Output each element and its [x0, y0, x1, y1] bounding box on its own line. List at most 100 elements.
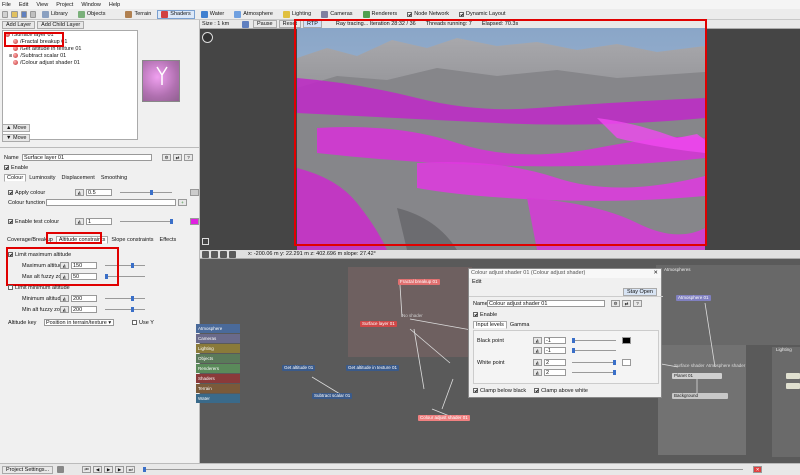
menu-view[interactable]: View	[36, 2, 48, 8]
node-get-altitude[interactable]: Get altitude 01	[282, 365, 316, 371]
add-function-icon[interactable]: +	[178, 199, 187, 206]
menu-edit[interactable]: Edit	[19, 2, 28, 8]
tree-item-colour-adjust[interactable]: /Colour adjust shader 01	[3, 59, 137, 66]
tab-effects[interactable]: Effects	[157, 236, 180, 244]
node-background[interactable]: Background	[672, 393, 728, 399]
name-field[interactable]: Surface layer 01	[22, 154, 152, 161]
menu-project[interactable]: Project	[56, 2, 73, 8]
move-up-button[interactable]: ▲ Move	[2, 124, 30, 132]
clamp-above-checkbox[interactable]	[534, 388, 540, 393]
lighting-node-a[interactable]	[786, 373, 800, 379]
category-shaders[interactable]: Shaders	[196, 374, 240, 383]
min-fuzzy-field[interactable]: 200	[71, 306, 97, 313]
node-fractal-breakup[interactable]: Fractal breakup 01	[398, 279, 440, 285]
gear-icon[interactable]: ⚙	[162, 154, 171, 161]
apply-colour-field[interactable]: 0.5	[86, 189, 112, 196]
shader-link-icon[interactable]: ◭	[533, 359, 542, 366]
apply-colour-slider[interactable]	[120, 190, 172, 195]
compass-icon[interactable]	[202, 32, 213, 43]
menu-file[interactable]: File	[2, 2, 11, 8]
slider-knob[interactable]	[150, 190, 153, 195]
help-icon[interactable]: ?	[633, 300, 642, 307]
test-colour-checkbox[interactable]	[8, 219, 13, 224]
save-icon[interactable]	[20, 10, 27, 18]
new-icon[interactable]	[2, 10, 9, 18]
node-planet[interactable]: Planet 01	[672, 373, 722, 379]
dialog-name-field[interactable]: Colour adjust shader 01	[487, 300, 605, 307]
stay-open-button[interactable]: Stay Open	[623, 288, 657, 296]
test-colour-field[interactable]: 1	[86, 218, 112, 225]
toolbar-cameras[interactable]: Cameras	[317, 10, 356, 19]
test-colour-swatch[interactable]	[190, 218, 199, 225]
min-altitude-slider[interactable]	[105, 296, 145, 301]
node-get-altitude-texture[interactable]: Get altitude in texture 01	[346, 365, 400, 371]
view-icon[interactable]	[242, 20, 249, 28]
category-objects[interactable]: Objects	[196, 354, 240, 363]
slider-knob[interactable]	[170, 219, 173, 224]
clamp-below-checkbox[interactable]	[473, 388, 478, 393]
shader-link-icon[interactable]: ◭	[533, 337, 542, 344]
dialog-edit-menu[interactable]: Edit	[469, 278, 661, 286]
skip-end-icon[interactable]: ⏭	[126, 466, 136, 473]
node-subtract-scalar[interactable]: Subtract scalar 01	[312, 393, 353, 399]
timeline-knob[interactable]	[143, 467, 147, 472]
target-icon[interactable]	[229, 250, 236, 258]
white-point-slider[interactable]	[572, 360, 616, 365]
toolbar-node-network[interactable]: Node Network	[403, 10, 453, 19]
dialog-enable-checkbox[interactable]	[473, 312, 478, 317]
min-fuzzy-slider[interactable]	[105, 307, 145, 312]
project-settings-button[interactable]: Project Settings...	[2, 465, 54, 474]
apply-colour-checkbox[interactable]	[8, 190, 13, 195]
slider-knob[interactable]	[572, 348, 575, 353]
timeline-slider[interactable]	[143, 467, 744, 472]
category-renderers[interactable]: Renderers	[196, 364, 240, 373]
shader-link-icon[interactable]: ◭	[533, 369, 542, 376]
node-network-checkbox[interactable]	[407, 11, 413, 17]
tree-item-subtract-scalar[interactable]: ⊞ /Subtract scalar 01	[3, 52, 137, 59]
swap-icon[interactable]: ⇄	[173, 154, 182, 161]
tab-input-levels[interactable]: Input levels	[473, 321, 507, 329]
tab-smoothing[interactable]: Smoothing	[98, 174, 130, 182]
toolbar-shaders[interactable]: Shaders	[157, 9, 195, 19]
toolbar-renderers[interactable]: Renderers	[359, 10, 402, 19]
step-forward-icon[interactable]: ▶	[115, 466, 125, 473]
use-y-checkbox[interactable]	[132, 320, 137, 325]
test-colour-slider[interactable]	[120, 219, 173, 224]
slider-knob[interactable]	[613, 370, 616, 375]
undo-icon[interactable]	[29, 10, 36, 18]
shader-link-icon[interactable]: ◭	[60, 306, 69, 313]
pause-button[interactable]: Pause	[253, 20, 277, 28]
white-point-field[interactable]: 2	[544, 359, 566, 366]
toolbar-terrain[interactable]: Terrain	[121, 10, 155, 19]
shader-link-icon[interactable]: ◭	[533, 347, 542, 354]
toolbar-lighting[interactable]: Lighting	[279, 10, 315, 19]
skip-start-icon[interactable]: ⏮	[82, 466, 92, 473]
add-child-layer-button[interactable]: Add Child Layer	[37, 21, 85, 29]
close-icon[interactable]: ✕	[653, 269, 661, 278]
shader-link-icon[interactable]: ◭	[75, 218, 84, 225]
shader-link-icon[interactable]: ◭	[75, 189, 84, 196]
move-down-button[interactable]: ▼ Move	[2, 134, 30, 142]
tab-displacement[interactable]: Displacement	[59, 174, 98, 182]
toolbar-atmosphere[interactable]: Atmosphere	[230, 10, 277, 19]
limit-min-checkbox[interactable]	[8, 285, 13, 290]
lighting-node-b[interactable]	[786, 383, 800, 389]
tab-gamma[interactable]: Gamma	[507, 321, 533, 329]
node-surface-layer[interactable]: Surface layer 01	[360, 321, 397, 327]
gear-icon[interactable]: ⚙	[611, 300, 620, 307]
white-point-field-2[interactable]: 2	[544, 369, 566, 376]
add-layer-button[interactable]: Add Layer	[2, 21, 36, 29]
expand-icon[interactable]: ⊞	[9, 53, 12, 58]
black-point-slider[interactable]	[572, 338, 616, 343]
min-altitude-field[interactable]: 200	[71, 295, 97, 302]
stop-icon[interactable]: ✕	[753, 466, 763, 473]
black-swatch[interactable]	[622, 337, 631, 344]
enable-checkbox[interactable]	[4, 165, 9, 170]
altitude-key-select[interactable]: Position in terrain/texture ▾	[44, 319, 114, 326]
black-point-slider-2[interactable]	[572, 348, 616, 353]
open-icon[interactable]	[11, 10, 18, 18]
slider-knob[interactable]	[613, 360, 616, 365]
category-terrain[interactable]: Terrain	[196, 384, 240, 393]
play-icon[interactable]: ▶	[104, 466, 114, 473]
settings-icon[interactable]	[57, 466, 65, 473]
